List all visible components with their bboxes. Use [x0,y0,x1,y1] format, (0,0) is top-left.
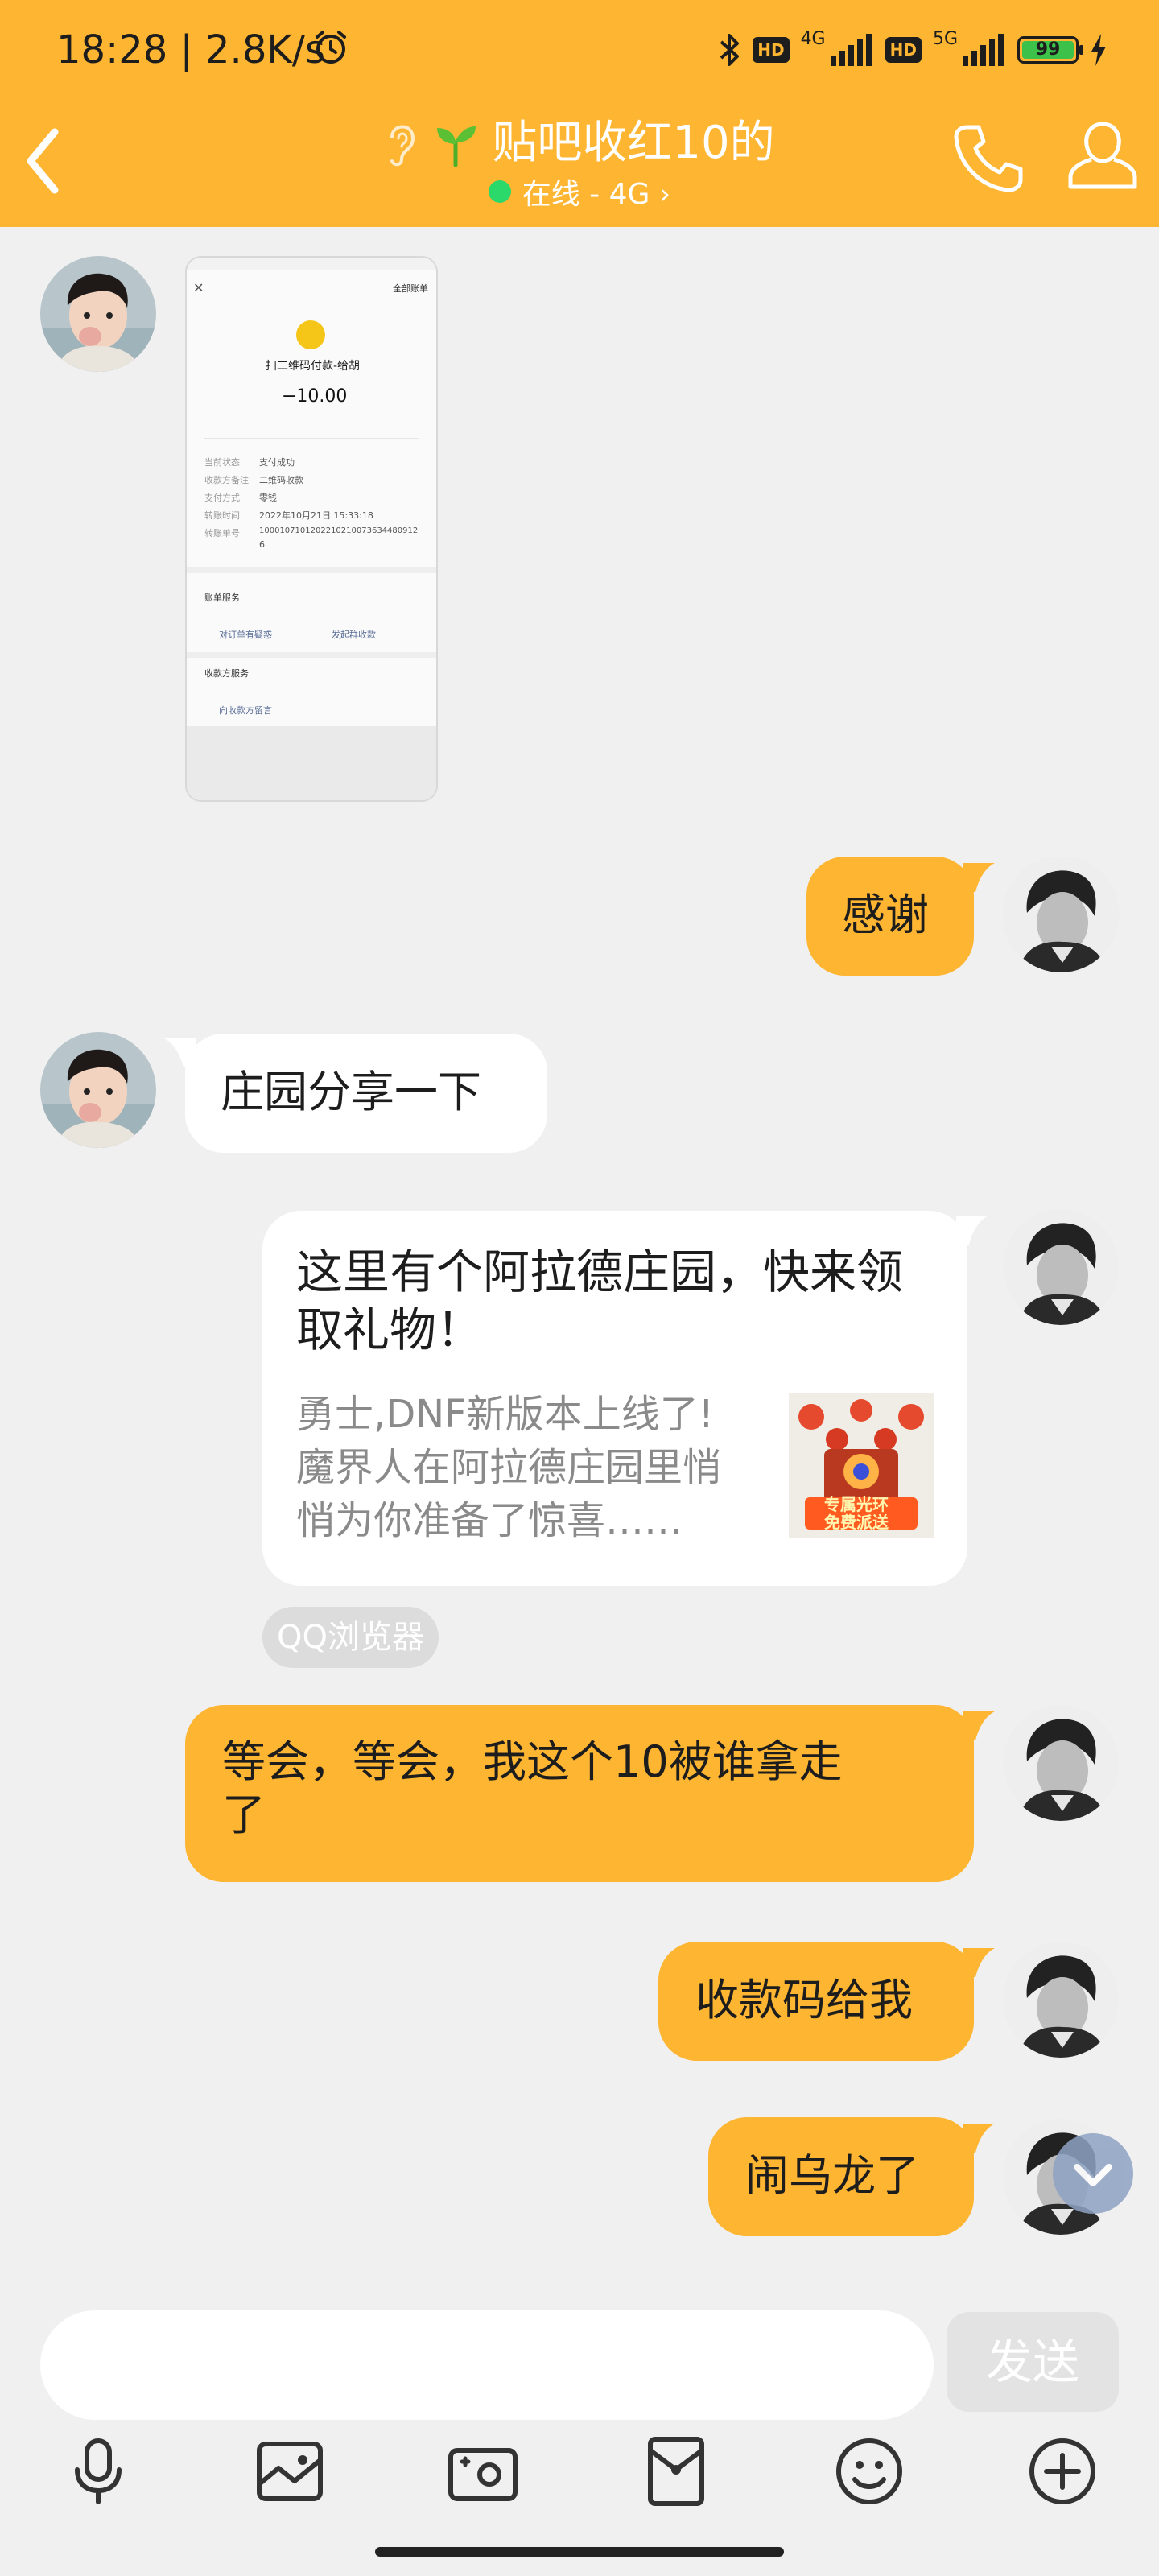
mini-title: 扫二维码付款-给胡 [266,360,361,373]
emoji-icon[interactable] [829,2431,909,2512]
my-avatar[interactable] [1003,857,1119,972]
back-icon[interactable] [16,121,72,201]
bubble-tail [963,1711,995,1740]
my-avatar[interactable] [1003,1942,1119,2058]
mini-row-label: 支付方式 [204,493,240,503]
mini-action-1: 对订单有疑惑 [219,630,272,640]
message-text: 感谢 [842,890,929,940]
signal-icon [830,34,872,66]
message-text: 收款码给我 [695,1975,913,2025]
title-group[interactable]: 贴吧收红10的 [306,111,853,175]
mini-row-label: 收款方备注 [204,475,249,485]
camera-icon[interactable] [443,2431,523,2512]
hd-badge: HD [753,37,790,63]
red-packet-icon[interactable] [636,2431,716,2512]
ear-icon[interactable] [384,118,419,169]
mini-section-1: 账单服务 [204,592,240,603]
mini-row-value: 1000107101202210210073634480912 [259,526,419,535]
battery-level: 99 [1022,41,1074,59]
message-input[interactable] [40,2310,934,2420]
microphone-icon[interactable] [58,2431,138,2512]
bubble-tail [963,1948,995,1977]
mini-payee-icon [296,320,325,349]
chat-header: 贴吧收红10的 在线 - 4G › [0,97,1159,227]
bubble-tail [956,1216,988,1245]
home-indicator[interactable] [375,2547,784,2557]
mini-row-label: 转账时间 [204,510,240,521]
status-bar: 18:28 | 2.8K/s HD 4G HD 5G 99 [0,0,1159,97]
alarm-icon [316,31,346,64]
my-avatar[interactable] [1003,1705,1119,1821]
link-source-tag[interactable]: QQ浏览器 [262,1607,439,1668]
bubble-tail [963,863,995,892]
profile-icon[interactable] [1062,116,1143,196]
online-status[interactable]: 在线 - 4G › [419,171,740,213]
message-bubble[interactable]: 感谢 [806,857,974,976]
send-button[interactable]: 发送 [947,2312,1119,2412]
bubble-tail [963,2124,995,2153]
online-status-text: 在线 - 4G › [522,178,671,211]
mini-row-label: 当前状态 [204,457,240,468]
message-text: 闹乌龙了 [745,2150,919,2201]
mini-action-2: 发起群收款 [332,630,376,640]
mini-row-value: 6 [259,539,265,550]
message-text: 庄园分享一下 [221,1067,481,1117]
network-label: 4G [800,28,826,49]
mini-row-label: 转账单号 [204,528,240,539]
online-dot [488,180,511,203]
message-bubble[interactable]: 等会，等会，我这个10被谁拿走 了 [185,1705,974,1882]
charging-icon [1091,34,1106,66]
message-bubble[interactable]: 闹乌龙了 [708,2117,974,2236]
link-thumbnail: 专属光环 免费派送 [789,1393,934,1538]
chat-title: 贴吧收红10的 [492,117,775,169]
mini-close-icon: ✕ [193,280,204,295]
link-title: 这里有个阿拉德庄园，快来领 取礼物！ [296,1245,904,1357]
mini-top-right: 全部账单 [393,283,428,294]
message-bubble[interactable]: 庄园分享一下 [185,1034,547,1153]
friend-avatar[interactable] [40,256,156,372]
payment-screenshot-image[interactable]: ✕ 全部账单 扫二维码付款-给胡 −10.00 当前状态 支付成功 收款方备注 … [185,256,438,802]
mini-row-value: 支付成功 [259,457,295,468]
link-description: 勇士,DNF新版本上线了! 魔界人在阿拉德庄园里悄 悄为你准备了惊喜…… [296,1392,722,1543]
image-icon[interactable] [250,2431,330,2512]
mini-row-value: 零钱 [259,493,277,503]
message-bubble[interactable]: 收款码给我 [658,1942,974,2061]
bluetooth-icon [720,34,740,66]
battery-icon: 99 [1017,36,1083,64]
friend-avatar[interactable] [40,1032,156,1148]
hd-badge-2: HD [885,37,922,63]
thumb-caption-2: 免费派送 [824,1513,889,1532]
phone-icon[interactable] [950,119,1027,196]
mini-row-value: 2022年10月21日 15:33:18 [259,510,373,521]
chevron-down-icon [1074,2164,1112,2186]
sprout-icon [437,126,476,167]
scroll-to-bottom-button[interactable] [1053,2133,1133,2214]
mini-action-3: 向收款方留言 [219,705,272,716]
message-text: 等会，等会，我这个10被谁拿走 了 [222,1736,843,1840]
mini-section-2: 收款方服务 [204,668,249,679]
plus-icon[interactable] [1022,2431,1103,2512]
signal-icon-2 [963,34,1004,66]
my-avatar[interactable] [1003,1209,1119,1325]
mini-amount: −10.00 [282,386,348,407]
network-label-2: 5G [932,28,958,49]
thumb-caption-1: 专属光环 [824,1495,889,1514]
status-time: 18:28 | 2.8K/s [56,27,326,72]
mini-row-value: 二维码收款 [259,475,303,485]
link-share-card[interactable]: 这里有个阿拉德庄园，快来领 取礼物！ 勇士,DNF新版本上线了! 魔界人在阿拉德… [262,1211,967,1586]
